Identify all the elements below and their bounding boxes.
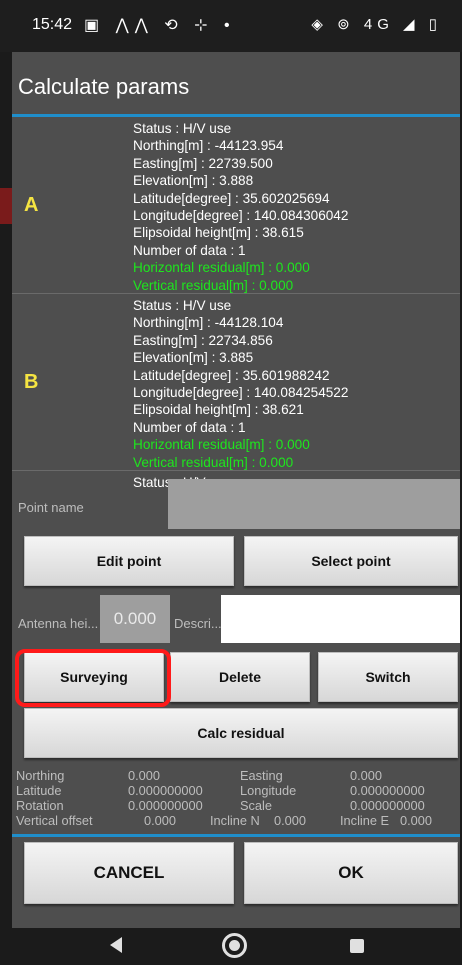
- edit-point-button[interactable]: Edit point: [24, 536, 234, 586]
- scale-label: Scale: [240, 798, 273, 813]
- longitude-text: Longitude[degree] : 140.084254522: [133, 385, 349, 401]
- latitude-label: Latitude: [16, 783, 62, 798]
- rotation-value: 0.000000000: [128, 798, 203, 813]
- elevation-text: Elevation[m] : 3.885: [133, 350, 254, 366]
- longitude-value: 0.000000000: [350, 783, 425, 798]
- latitude-text: Latitude[degree] : 35.601988242: [133, 367, 330, 383]
- highlight-box: [15, 649, 171, 707]
- antenna-height-input[interactable]: 0.000: [100, 595, 170, 643]
- latitude-text: Latitude[degree] : 35.602025694: [133, 190, 330, 206]
- clock: 15:42: [32, 16, 73, 33]
- notification-icons: ▣ ⋀⋀ ⟲ ⊹ •: [84, 17, 236, 34]
- rotation-label: Rotation: [16, 798, 64, 813]
- back-icon[interactable]: [110, 937, 122, 953]
- point-details: Status : H/V use Northing[m] : -44128.10…: [133, 297, 348, 471]
- status-bar: 15:42 ▣ ⋀⋀ ⟲ ⊹ • ◈ ⊚ 4G ◢ ▯: [0, 0, 462, 52]
- vertical-offset-value: 0.000: [144, 813, 177, 828]
- list-item[interactable]: B Status : H/V use Northing[m] : -44128.…: [12, 295, 460, 471]
- point-name-label: Point name: [18, 500, 84, 515]
- system-status-icons: ◈ ⊚ 4G ◢ ▯: [311, 16, 442, 33]
- longitude-text: Longitude[degree] : 140.084306042: [133, 208, 349, 224]
- longitude-label: Longitude: [240, 783, 297, 798]
- incline-e-label: Incline E: [340, 813, 390, 828]
- incline-e-value: 0.000: [400, 813, 433, 828]
- ellipsoidal-height-text: Elipsoidal height[m] : 38.615: [133, 225, 304, 241]
- status-text: Status : H/V use: [133, 298, 232, 313]
- dialog-title: Calculate params: [18, 74, 190, 99]
- ok-button[interactable]: OK: [244, 842, 458, 904]
- title-divider: [12, 114, 460, 117]
- incline-n-value: 0.000: [274, 813, 307, 828]
- background-app-edge: [0, 188, 12, 224]
- horizontal-residual-text: Horizontal residual[m] : 0.000: [133, 437, 310, 453]
- easting-label: Easting: [240, 768, 283, 783]
- status-text: Status : H/V use: [133, 121, 232, 136]
- latitude-value: 0.000000000: [128, 783, 203, 798]
- easting-text: Easting[m] : 22734.856: [133, 332, 273, 348]
- northing-text: Northing[m] : -44128.104: [133, 315, 284, 331]
- point-details: Status : H/V use Northing[m] : -44123.95…: [133, 120, 348, 294]
- cancel-button[interactable]: CANCEL: [24, 842, 234, 904]
- data-count-text: Number of data : 1: [133, 242, 246, 258]
- delete-button[interactable]: Delete: [170, 652, 310, 702]
- point-letter: B: [24, 371, 39, 393]
- vertical-residual-text: Vertical residual[m] : 0.000: [133, 277, 294, 293]
- point-name-input[interactable]: [168, 479, 460, 529]
- point-list[interactable]: A Status : H/V use Northing[m] : -44123.…: [12, 118, 460, 532]
- point-letter: A: [24, 194, 39, 216]
- easting-value: 0.000: [350, 768, 383, 783]
- description-label: Descri...: [174, 616, 222, 631]
- vertical-residual-text: Vertical residual[m] : 0.000: [133, 454, 294, 470]
- northing-label: Northing: [16, 768, 65, 783]
- calculate-params-dialog: Calculate params A Status : H/V use Nort…: [12, 52, 460, 928]
- bottom-divider: [12, 834, 460, 837]
- select-point-button[interactable]: Select point: [244, 536, 458, 586]
- horizontal-residual-text: Horizontal residual[m] : 0.000: [133, 260, 310, 276]
- data-count-text: Number of data : 1: [133, 419, 246, 435]
- elevation-text: Elevation[m] : 3.888: [133, 173, 254, 189]
- easting-text: Easting[m] : 22739.500: [133, 155, 273, 171]
- navigation-bar: [0, 928, 462, 965]
- ellipsoidal-height-text: Elipsoidal height[m] : 38.621: [133, 402, 304, 418]
- home-icon[interactable]: [222, 933, 247, 958]
- incline-n-label: Incline N: [210, 813, 260, 828]
- northing-text: Northing[m] : -44123.954: [133, 138, 284, 154]
- vertical-offset-label: Vertical offset: [16, 813, 93, 828]
- scale-value: 0.000000000: [350, 798, 425, 813]
- list-item[interactable]: A Status : H/V use Northing[m] : -44123.…: [12, 118, 460, 294]
- description-input[interactable]: [221, 595, 460, 643]
- recents-icon[interactable]: [350, 939, 364, 953]
- switch-button[interactable]: Switch: [318, 652, 458, 702]
- northing-value: 0.000: [128, 768, 161, 783]
- antenna-height-label: Antenna hei...: [18, 616, 99, 631]
- calc-residual-button[interactable]: Calc residual: [24, 708, 458, 758]
